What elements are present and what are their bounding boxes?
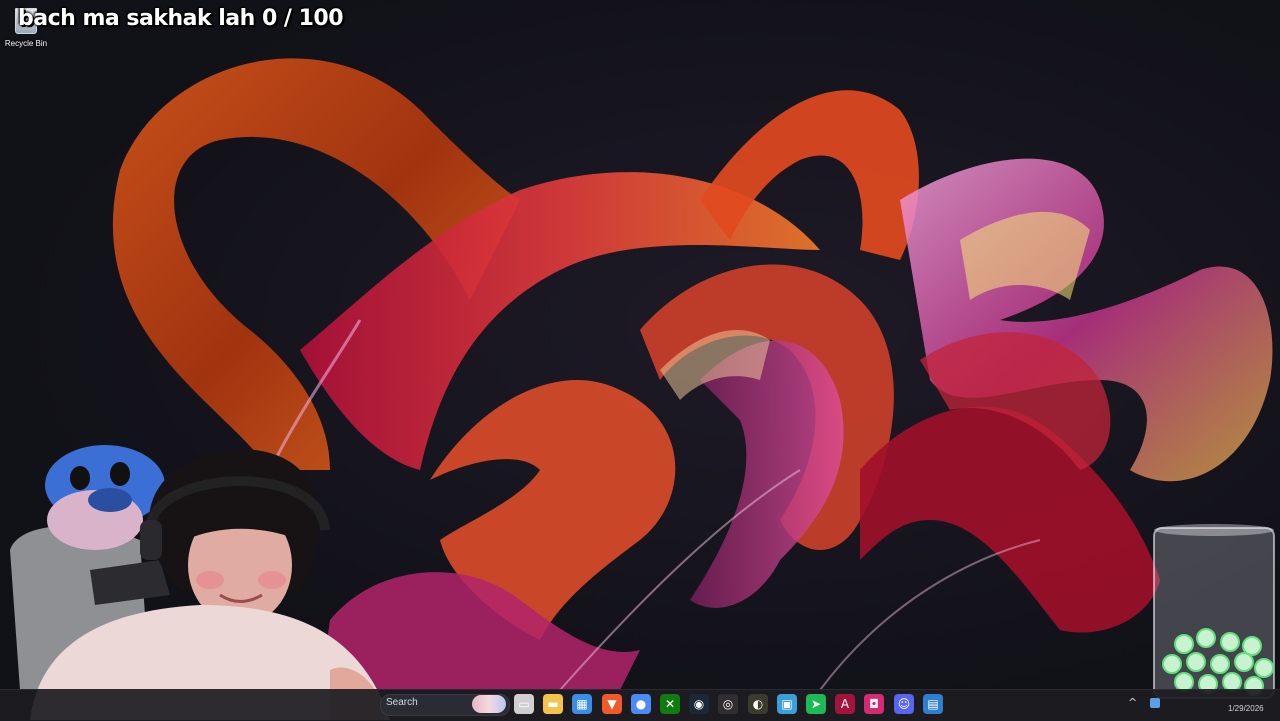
green-app-icon[interactable]: ➤	[806, 694, 826, 714]
chrome-icon[interactable]: ●	[631, 694, 651, 714]
tray-app-icon[interactable]	[1150, 698, 1160, 708]
steam-icon[interactable]: ◉	[689, 694, 709, 714]
discord-icon[interactable]: ☺	[894, 694, 914, 714]
microsoft-store-icon[interactable]: ▦	[572, 694, 592, 714]
instagram-icon[interactable]: ◘	[864, 694, 884, 714]
stream-overlay-title: bach ma sakhak lah 0 / 100	[18, 6, 344, 31]
taskbar-date[interactable]: 1/29/2026	[1228, 704, 1264, 713]
webcam-feed	[10, 445, 390, 720]
jar-overlay	[1153, 524, 1275, 699]
brave-browser-icon[interactable]: ▼	[602, 694, 622, 714]
obs-icon[interactable]: ◎	[718, 694, 738, 714]
app-icon[interactable]: ◐	[748, 694, 768, 714]
task-view-icon[interactable]: ▭	[514, 694, 534, 714]
recycle-bin-label: Recycle Bin	[4, 39, 48, 48]
adobe-icon[interactable]: A	[835, 694, 855, 714]
photos-icon[interactable]: ▣	[777, 694, 797, 714]
show-hidden-icons-chevron[interactable]: ^	[1128, 696, 1137, 709]
search-highlight-image	[472, 695, 506, 713]
xbox-icon[interactable]: ✕	[660, 694, 680, 714]
file-explorer-icon[interactable]: ▬	[543, 694, 563, 714]
blue-app-icon[interactable]: ▤	[923, 694, 943, 714]
search-label: Search	[386, 697, 418, 708]
